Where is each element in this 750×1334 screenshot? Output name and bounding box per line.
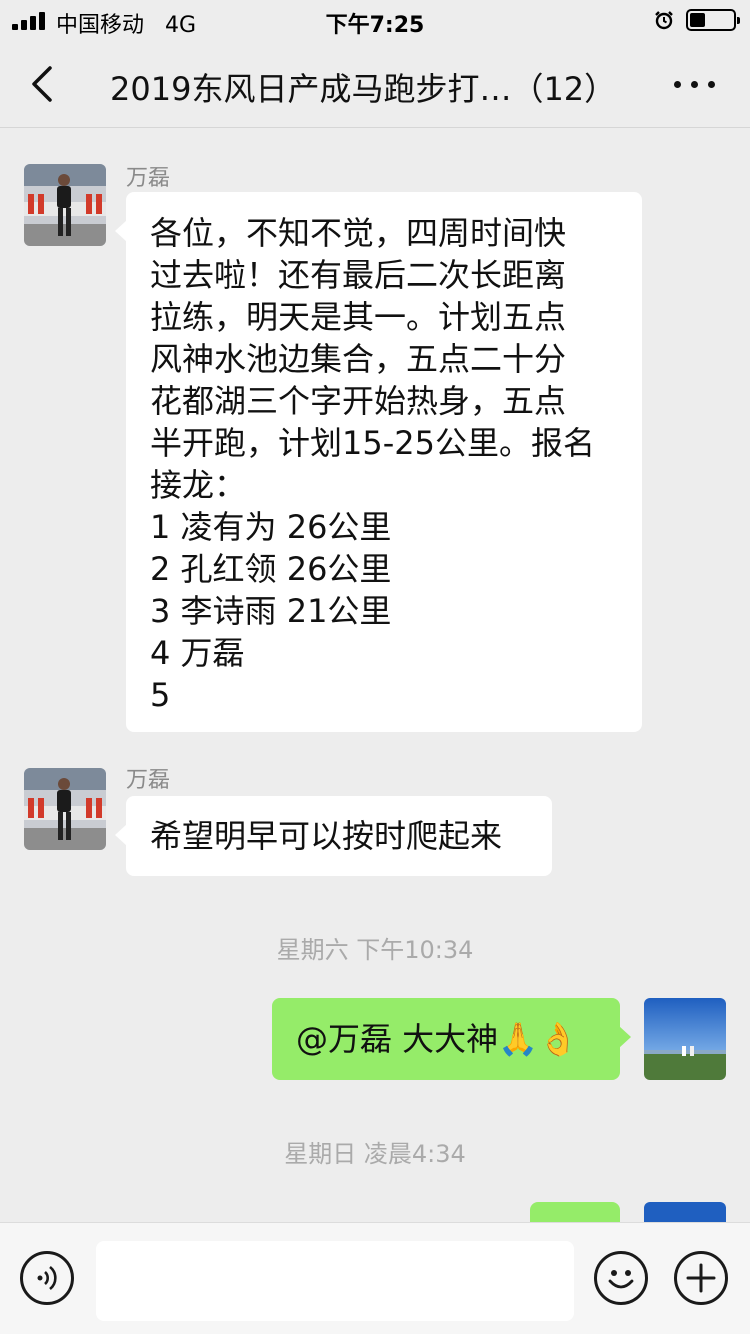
message-text-line: 4 万磊 (150, 634, 245, 672)
message-text-line: 半开跑，计划15-25公里。报名 (150, 424, 595, 462)
message-bubble[interactable]: 各位，不知不觉，四周时间快 过去啦！还有最后二次长距离 拉练，明天是其一。计划五… (115, 192, 642, 732)
message-text-line: 花都湖三个字开始热身，五点 (150, 382, 567, 420)
plus-icon[interactable] (674, 1251, 728, 1305)
message-text-line: 1 凌有为 26公里 (150, 508, 392, 546)
more-dots-icon[interactable] (670, 68, 720, 98)
message-text-line: 2 孔红领 26公里 (150, 550, 392, 588)
sender-name: 万磊 (126, 166, 171, 191)
message-text-line: 5 (150, 676, 171, 714)
chevron-left-icon[interactable] (22, 62, 66, 106)
message-bubble[interactable]: 希望明早可以按时爬起来 (115, 796, 552, 876)
my-avatar[interactable] (644, 998, 726, 1080)
sender-avatar[interactable] (24, 164, 106, 246)
status-time: 下午7:25 (325, 13, 425, 38)
status-bar: 中国移动 4G 下午7:25 (0, 0, 750, 40)
message-text-line: 各位，不知不觉，四周时间快 (150, 214, 567, 252)
message-text: @万磊 大大神🙏👌 (296, 1020, 578, 1058)
message-text-line: 接龙： (150, 466, 247, 504)
sender-avatar[interactable] (24, 768, 106, 850)
message-input[interactable] (96, 1241, 574, 1321)
battery-icon (686, 9, 740, 31)
message-bubble[interactable]: @万磊 大大神🙏👌 (272, 998, 631, 1080)
alarm-clock-icon (655, 11, 673, 30)
chat-header: 2019东风日产成马跑步打…（12） (0, 40, 750, 128)
input-bar (0, 1222, 750, 1334)
message-text: 希望明早可以按时爬起来 (150, 817, 503, 855)
emoji-icon[interactable] (594, 1251, 648, 1305)
message-text-line: 过去啦！还有最后二次长距离 (150, 256, 567, 294)
chat-title[interactable]: 2019东风日产成马跑步打…（12） (110, 64, 640, 110)
sender-name: 万磊 (126, 768, 171, 793)
my-avatar-partial[interactable] (644, 1202, 726, 1222)
timestamp-divider: 星期日 凌晨4:34 (284, 1140, 466, 1168)
message-text-line: 风神水池边集合，五点二十分 (150, 340, 567, 378)
message-text-line: 拉练，明天是其一。计划五点 (150, 298, 567, 336)
message-text-line: 3 李诗雨 21公里 (150, 592, 392, 630)
message-bubble-partial[interactable] (530, 1202, 620, 1222)
timestamp-divider: 星期六 下午10:34 (276, 936, 474, 964)
voice-icon[interactable] (20, 1251, 74, 1305)
